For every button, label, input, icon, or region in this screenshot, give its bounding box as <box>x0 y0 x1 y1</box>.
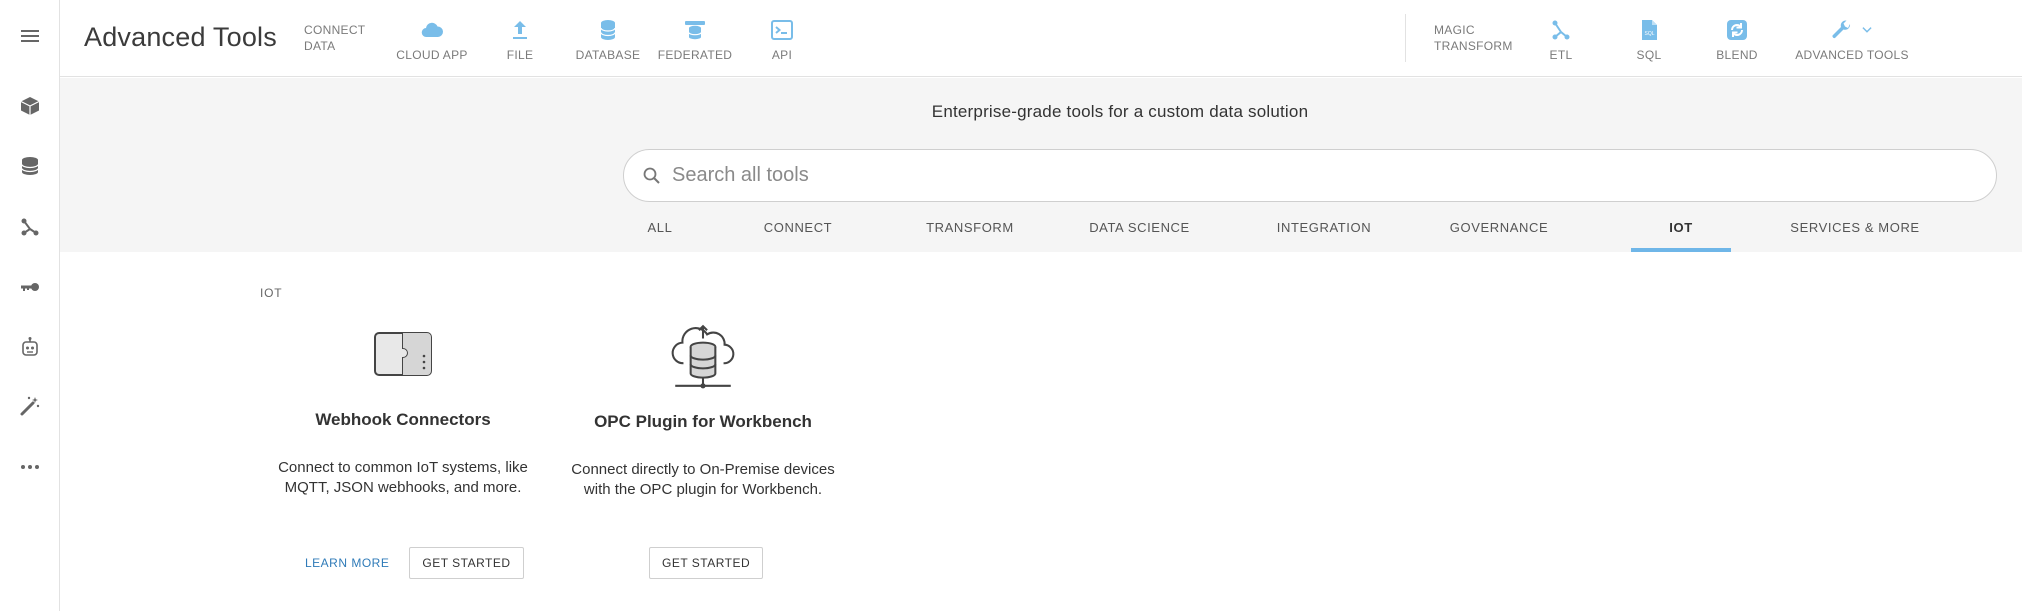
top-header: Advanced Tools CONNECT DATA CLOUD APP FI… <box>60 0 2022 77</box>
card-title: OPC Plugin for Workbench <box>594 412 812 431</box>
card-desc-line2: with the OPC plugin for Workbench. <box>583 481 823 498</box>
tab-connect[interactable]: CONNECT <box>748 214 848 252</box>
left-sidebar <box>0 0 60 611</box>
nav-sql-label: SQL <box>1636 48 1662 62</box>
card-webhook-actions: LEARN MORE GET STARTED <box>305 547 524 579</box>
tab-governance[interactable]: GOVERNANCE <box>1439 214 1559 252</box>
key-icon[interactable] <box>12 269 48 305</box>
card-title: Webhook Connectors <box>315 410 491 429</box>
card-opc-plugin: OPC Plugin for Workbench Connect directl… <box>568 320 838 500</box>
connect-data-label-line1: CONNECT <box>304 23 366 37</box>
database-icon[interactable] <box>12 148 48 184</box>
tab-integration[interactable]: INTEGRATION <box>1264 214 1384 252</box>
nav-blend-label: BLEND <box>1716 48 1758 62</box>
tab-data-science[interactable]: DATA SCIENCE <box>1077 214 1202 252</box>
nav-database[interactable]: DATABASE <box>563 18 653 66</box>
wrench-icon <box>1832 20 1851 39</box>
get-started-button[interactable]: GET STARTED <box>649 547 764 579</box>
get-started-button[interactable]: GET STARTED <box>409 547 524 579</box>
database-icon <box>600 20 616 40</box>
tab-all[interactable]: ALL <box>630 214 690 252</box>
card-description: Connect directly to On-Premise devices w… <box>568 460 838 500</box>
tab-services-and-more[interactable]: SERVICES & MORE <box>1785 214 1925 252</box>
nav-federated[interactable]: FEDERATED <box>650 18 740 66</box>
nav-cloud-app[interactable]: CLOUD APP <box>387 18 477 66</box>
nav-sql[interactable]: SQL SQL <box>1604 18 1694 66</box>
card-desc-line1: Connect directly to On-Premise devices <box>571 461 835 478</box>
nav-etl-label: ETL <box>1549 48 1573 62</box>
menu-icon[interactable] <box>12 18 48 54</box>
section-label: IOT <box>260 286 283 300</box>
upload-icon <box>513 21 527 39</box>
etl-icon <box>1552 20 1570 40</box>
puzzle-icon <box>374 332 432 376</box>
nav-api[interactable]: API <box>737 18 827 66</box>
learn-more-button[interactable]: LEARN MORE <box>305 556 389 570</box>
nav-file[interactable]: FILE <box>475 18 565 66</box>
nav-cloud-app-label: CLOUD APP <box>396 48 468 62</box>
robot-icon[interactable] <box>12 329 48 365</box>
nav-blend[interactable]: BLEND <box>1692 18 1782 66</box>
magic-wand-icon[interactable] <box>12 388 48 424</box>
cube-icon[interactable] <box>12 88 48 124</box>
terminal-icon <box>771 20 793 40</box>
sql-file-icon: SQL <box>1642 20 1657 40</box>
nav-file-label: FILE <box>506 48 534 62</box>
hero-title: Enterprise-grade tools for a custom data… <box>931 102 1309 121</box>
card-desc-line1: Connect to common IoT systems, like <box>278 459 528 476</box>
card-webhook-connectors: Webhook Connectors Connect to common IoT… <box>268 320 538 498</box>
search-icon <box>643 167 660 184</box>
hero-band: Enterprise-grade tools for a custom data… <box>60 78 2022 252</box>
page-title: Advanced Tools <box>84 22 277 52</box>
search-bar[interactable] <box>623 149 1997 202</box>
nav-api-label: API <box>771 48 793 62</box>
nav-advanced-tools-label: ADVANCED TOOLS <box>1795 48 1909 62</box>
magic-transform-label-line1: MAGIC <box>1434 23 1475 37</box>
nav-federated-label: FEDERATED <box>657 48 733 62</box>
cloud-icon <box>421 22 444 38</box>
header-divider <box>1405 14 1406 62</box>
card-opc-actions: GET STARTED <box>649 547 764 579</box>
tab-transform[interactable]: TRANSFORM <box>915 214 1025 252</box>
nav-advanced-tools[interactable]: ADVANCED TOOLS <box>1795 18 1909 66</box>
svg-text:SQL: SQL <box>1644 31 1654 37</box>
nav-database-label: DATABASE <box>575 48 641 62</box>
connect-data-group-label: CONNECT DATA <box>304 22 384 54</box>
card-description: Connect to common IoT systems, like MQTT… <box>268 458 538 498</box>
cloud-database-icon <box>671 324 735 389</box>
magic-transform-label-line2: TRANSFORM <box>1434 39 1513 53</box>
chevron-down-icon <box>1862 27 1872 33</box>
etl-icon[interactable] <box>12 209 48 245</box>
federated-icon <box>685 21 705 40</box>
more-icon[interactable] <box>12 449 48 485</box>
nav-etl[interactable]: ETL <box>1516 18 1606 66</box>
connect-data-label-line2: DATA <box>304 39 336 53</box>
magic-transform-group-label: MAGIC TRANSFORM <box>1434 22 1514 54</box>
search-input[interactable] <box>672 164 1972 187</box>
blend-icon <box>1727 20 1747 40</box>
card-desc-line2: MQTT, JSON webhooks, and more. <box>284 479 522 496</box>
tab-iot[interactable]: IOT <box>1631 214 1731 252</box>
